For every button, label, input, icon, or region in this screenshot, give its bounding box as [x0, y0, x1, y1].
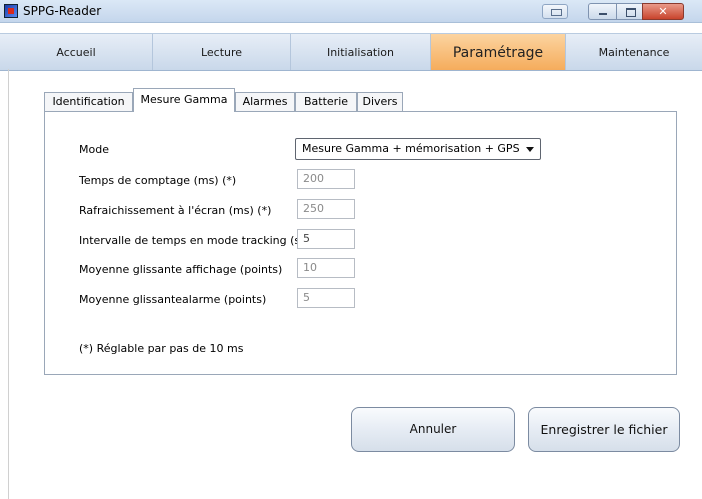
moyenne-affichage-label: Moyenne glissante affichage (points) — [79, 263, 283, 276]
close-icon: ✕ — [658, 5, 668, 18]
mode-select[interactable]: Mesure Gamma + mémorisation + GPS — [295, 138, 541, 160]
main-nav: Accueil Lecture Initialisation Paramétra… — [0, 33, 702, 71]
subtab-identification[interactable]: Identification — [44, 92, 133, 111]
maximize-button[interactable] — [616, 3, 643, 20]
rafraichissement-field[interactable]: 250 — [297, 199, 355, 219]
minimize-button[interactable] — [588, 3, 617, 20]
window-left-border — [8, 69, 9, 499]
tab-maintenance[interactable]: Maintenance — [566, 34, 702, 70]
mode-label: Mode — [79, 143, 109, 156]
tab-lecture[interactable]: Lecture — [153, 34, 291, 70]
subtab-divers[interactable]: Divers — [357, 92, 403, 111]
intervalle-tracking-field[interactable]: 5 — [297, 229, 355, 249]
rafraichissement-label: Rafraichissement à l'écran (ms) (*) — [79, 204, 272, 217]
cancel-button[interactable]: Annuler — [351, 407, 515, 452]
chevron-down-icon — [526, 147, 534, 152]
close-button[interactable]: ✕ — [642, 3, 684, 20]
tab-initialisation[interactable]: Initialisation — [291, 34, 431, 70]
temps-comptage-label: Temps de comptage (ms) (*) — [79, 174, 237, 187]
app-icon — [4, 4, 18, 18]
moyenne-alarme-label: Moyenne glissantealarme (points) — [79, 293, 267, 306]
intervalle-tracking-label: Intervalle de temps en mode tracking (s) — [79, 234, 305, 247]
tab-accueil[interactable]: Accueil — [0, 34, 153, 70]
moyenne-alarme-field[interactable]: 5 — [297, 288, 355, 308]
window-title: SPPG-Reader — [23, 4, 102, 18]
subtab-batterie[interactable]: Batterie — [295, 92, 357, 111]
subtab-alarmes[interactable]: Alarmes — [235, 92, 295, 111]
save-file-button[interactable]: Enregistrer le fichier — [528, 407, 680, 452]
step-note: (*) Réglable par pas de 10 ms — [79, 342, 244, 355]
title-bar: SPPG-Reader ✕ — [0, 0, 702, 23]
window-layout-icon[interactable] — [542, 4, 568, 19]
mode-value: Mesure Gamma + mémorisation + GPS — [302, 142, 520, 155]
tab-parametrage[interactable]: Paramétrage — [431, 34, 566, 70]
moyenne-affichage-field[interactable]: 10 — [297, 258, 355, 278]
subtab-mesure-gamma[interactable]: Mesure Gamma — [133, 88, 235, 112]
temps-comptage-field[interactable]: 200 — [297, 169, 355, 189]
